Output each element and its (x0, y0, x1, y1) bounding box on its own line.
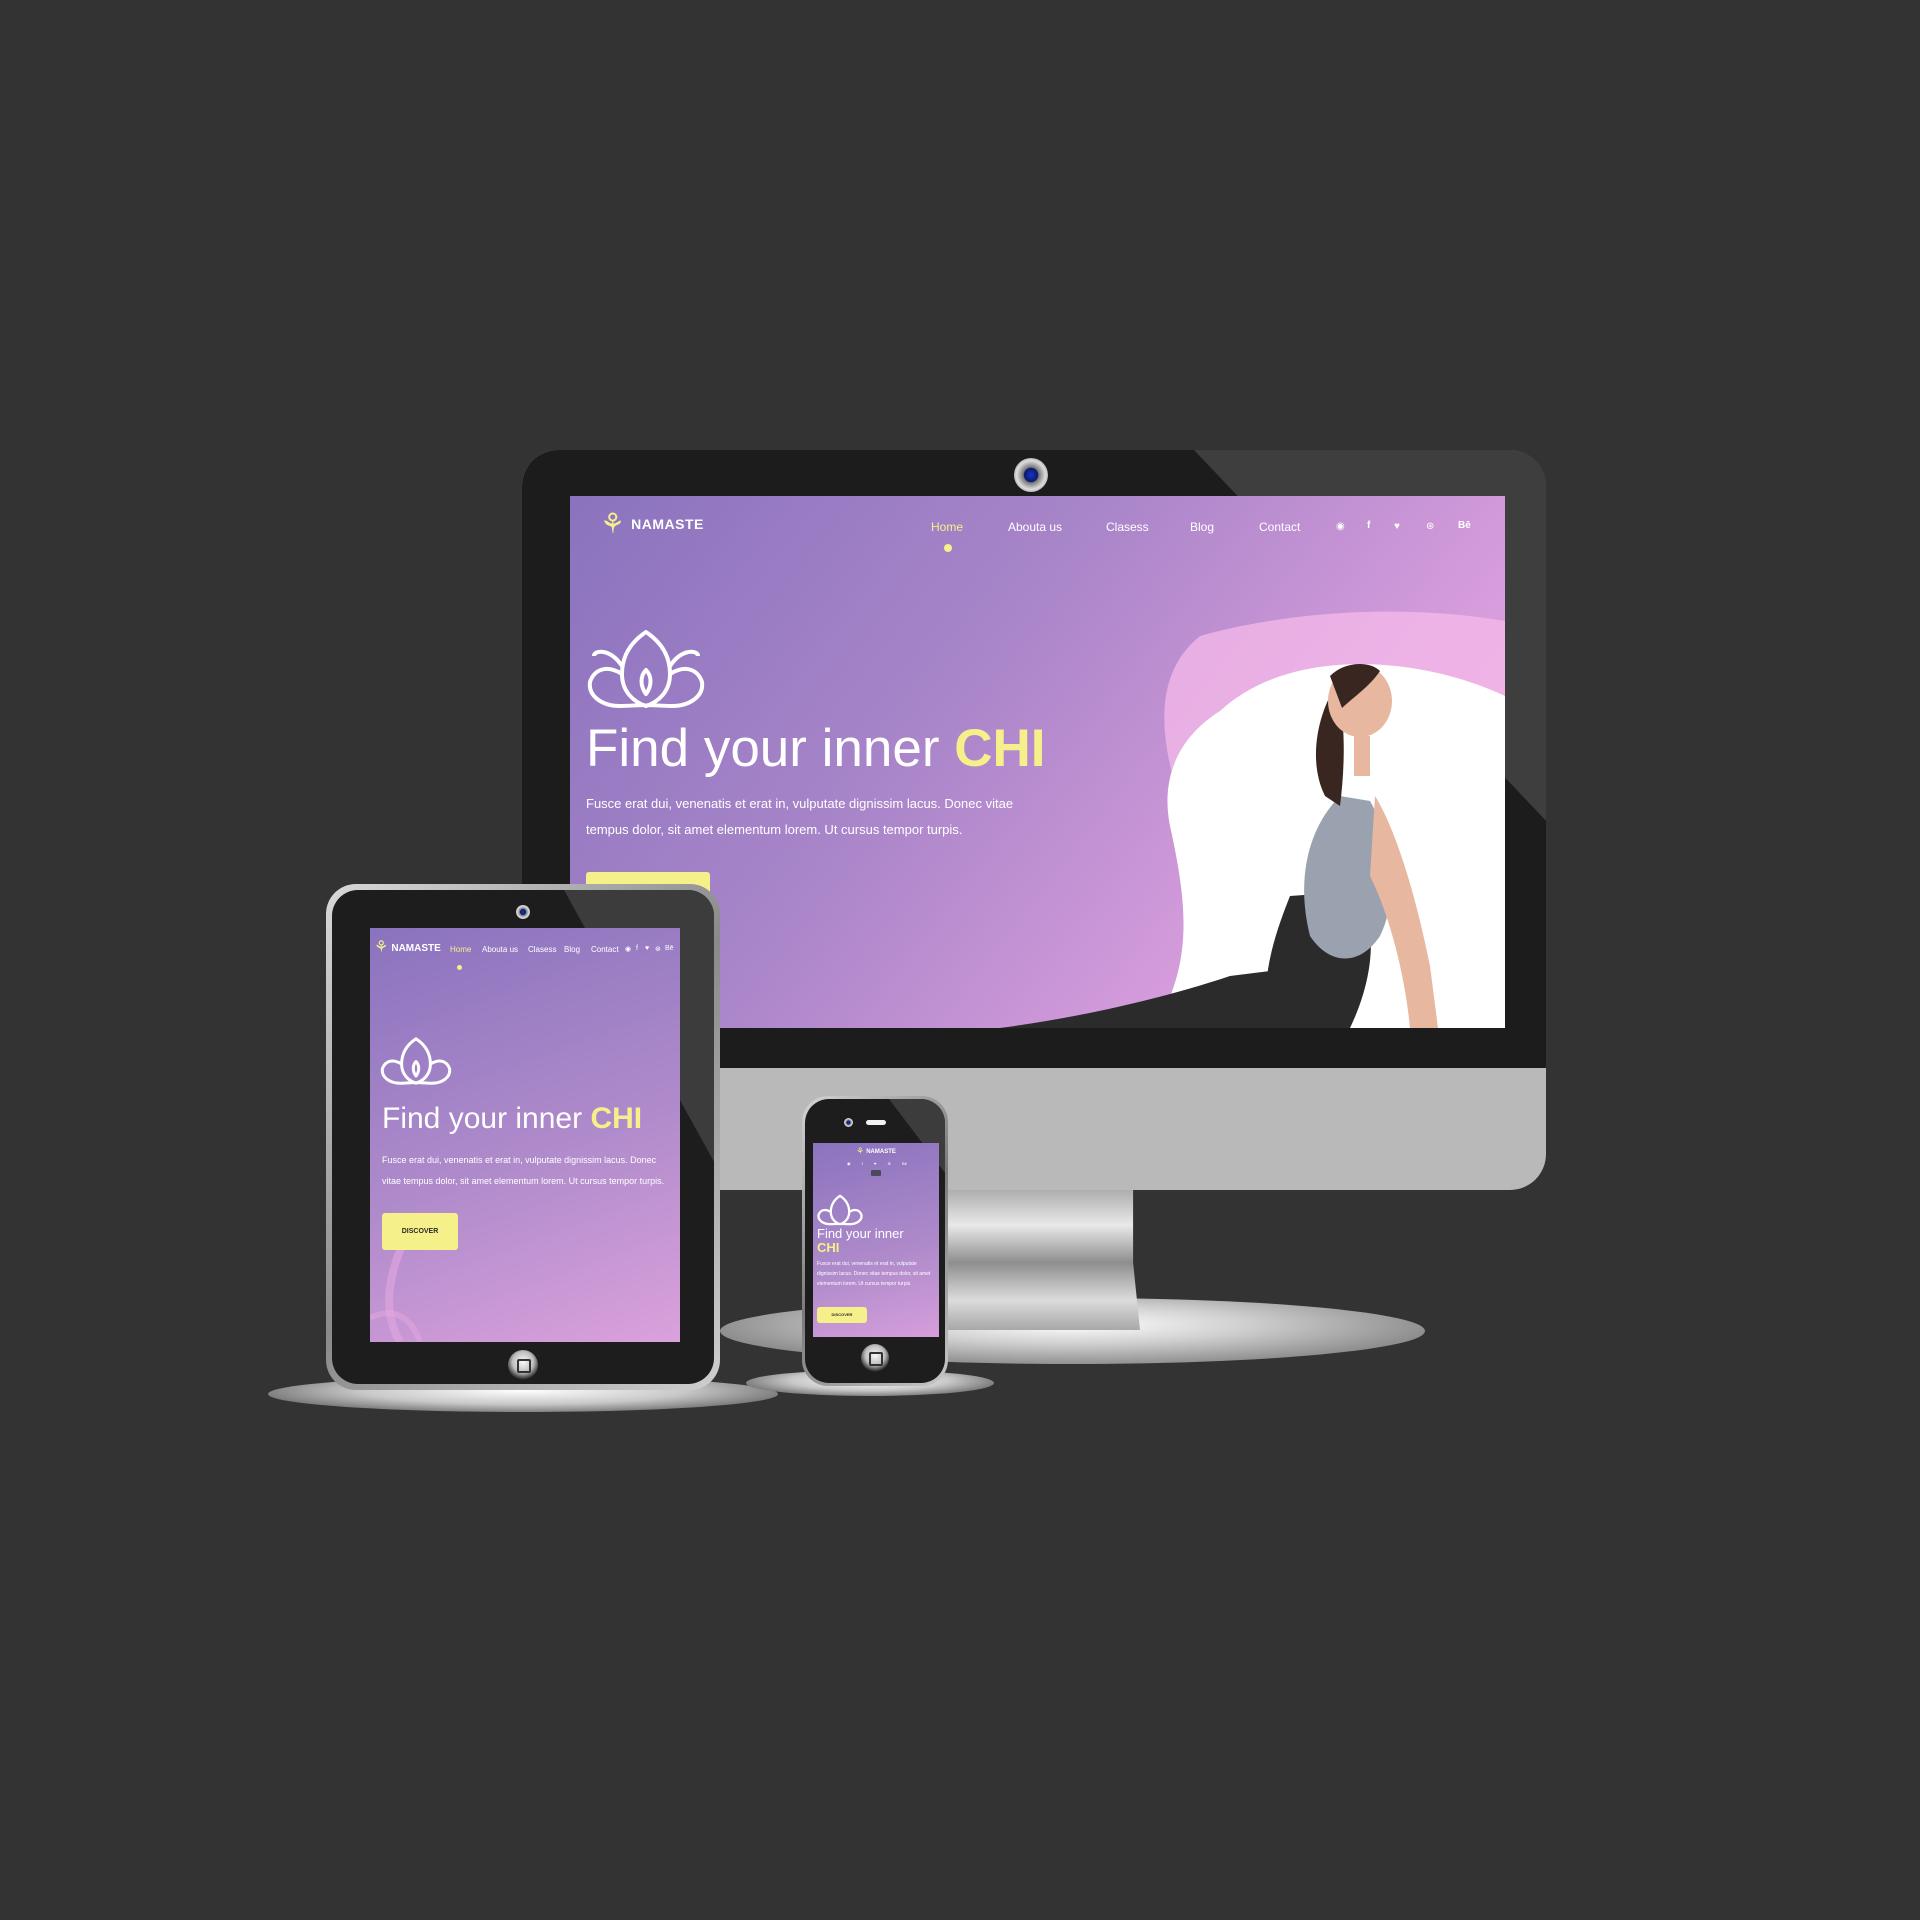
tablet-lotus-hero-icon (380, 1037, 452, 1085)
nav-classes[interactable]: Clasess (1106, 520, 1149, 534)
tablet-camera-icon (516, 905, 530, 919)
pinterest-icon[interactable]: ◉ (1336, 521, 1345, 532)
hero-title: Find your inner CHI (586, 718, 1046, 779)
behance-icon[interactable]: Bē (1458, 520, 1471, 531)
tablet-dribbble-icon[interactable]: ⊛ (655, 945, 661, 953)
webcam-icon (1014, 458, 1048, 492)
phone-speaker (866, 1120, 886, 1125)
phone-social-row: ◉ f ♥ ⊛ Bē (847, 1161, 907, 1166)
phone-discover-button[interactable]: DISCOVER (817, 1307, 867, 1323)
tablet-nav-home[interactable]: Home (450, 945, 471, 954)
phone-hero-title-accent: CHI (817, 1240, 840, 1255)
tablet-brand-name: NAMASTE (391, 942, 441, 954)
dribbble-icon[interactable]: ⊛ (1426, 521, 1434, 532)
tablet-discover-button[interactable]: DISCOVER (382, 1213, 458, 1250)
tablet-nav-classes[interactable]: Clasess (528, 945, 556, 954)
brand-logo[interactable]: ⚘ NAMASTE (600, 510, 704, 538)
phone-brand-logo[interactable]: ⚘ NAMASTE (813, 1147, 939, 1156)
phone-hero-title: Find your inner CHI (817, 1227, 937, 1255)
phone-hero-description: Fusce erat dui, venenatis et erat in, vu… (817, 1261, 931, 1287)
lotus-hero-icon (587, 630, 705, 708)
brand-name: NAMASTE (631, 516, 704, 532)
lotus-logo-icon: ⚘ (600, 508, 626, 539)
tablet-screen: ⚘ NAMASTE Home Abouta us Clasess Blog Co… (370, 928, 680, 1342)
phone-twitter-icon[interactable]: ♥ (874, 1161, 876, 1166)
nav-about[interactable]: Abouta us (1008, 520, 1062, 534)
tablet-hero-description: Fusce erat dui, venenatis et erat in, vu… (382, 1155, 665, 1186)
facebook-icon[interactable]: f (1367, 520, 1370, 531)
phone-brand-name: NAMASTE (866, 1148, 896, 1155)
phone-hero-title-lead: Find your inner (817, 1226, 904, 1241)
tablet-pinterest-icon[interactable]: ◉ (625, 945, 631, 953)
tablet-nav-indicator (457, 965, 462, 970)
phone-screen: ⚘ NAMASTE ◉ f ♥ ⊛ Bē Find your inner CHI… (813, 1143, 939, 1337)
tablet-nav-contact[interactable]: Contact (591, 945, 619, 954)
phone-facebook-icon[interactable]: f (862, 1161, 863, 1166)
nav-home[interactable]: Home (931, 520, 963, 534)
tablet-brand-logo[interactable]: ⚘ NAMASTE (374, 940, 441, 956)
hero-title-accent: CHI (954, 719, 1046, 778)
phone-menu-icon[interactable] (871, 1170, 881, 1176)
phone-lotus-logo-icon: ⚘ (856, 1146, 865, 1156)
tablet-facebook-icon[interactable]: f (636, 945, 638, 952)
tablet-lotus-logo-icon: ⚘ (374, 939, 389, 956)
tablet-twitter-icon[interactable]: ♥ (645, 945, 649, 952)
tablet-home-button[interactable] (508, 1350, 538, 1380)
twitter-icon[interactable]: ♥ (1394, 521, 1400, 532)
phone-home-button[interactable] (861, 1344, 889, 1372)
nav-contact[interactable]: Contact (1259, 520, 1300, 534)
hero-description: Fusce erat dui, venenatis et erat in, vu… (586, 796, 1014, 837)
tablet-behance-icon[interactable]: Bē (665, 945, 674, 952)
phone-behance-icon[interactable]: Bē (902, 1161, 907, 1166)
phone-dribbble-icon[interactable]: ⊛ (888, 1161, 891, 1166)
tablet-hero-title: Find your inner CHI (382, 1102, 642, 1136)
phone-lotus-hero-icon (817, 1194, 863, 1226)
nav-active-indicator (944, 544, 952, 552)
tablet-hero-title-accent: CHI (590, 1102, 643, 1135)
nav-blog[interactable]: Blog (1190, 520, 1214, 534)
phone-camera-icon (844, 1118, 853, 1127)
phone-pinterest-icon[interactable]: ◉ (847, 1161, 851, 1166)
tablet-nav-blog[interactable]: Blog (564, 945, 580, 954)
tablet-nav-about[interactable]: Abouta us (482, 945, 518, 954)
tablet-hero-title-lead: Find your inner (382, 1102, 591, 1135)
hero-title-lead: Find your inner (586, 719, 955, 778)
